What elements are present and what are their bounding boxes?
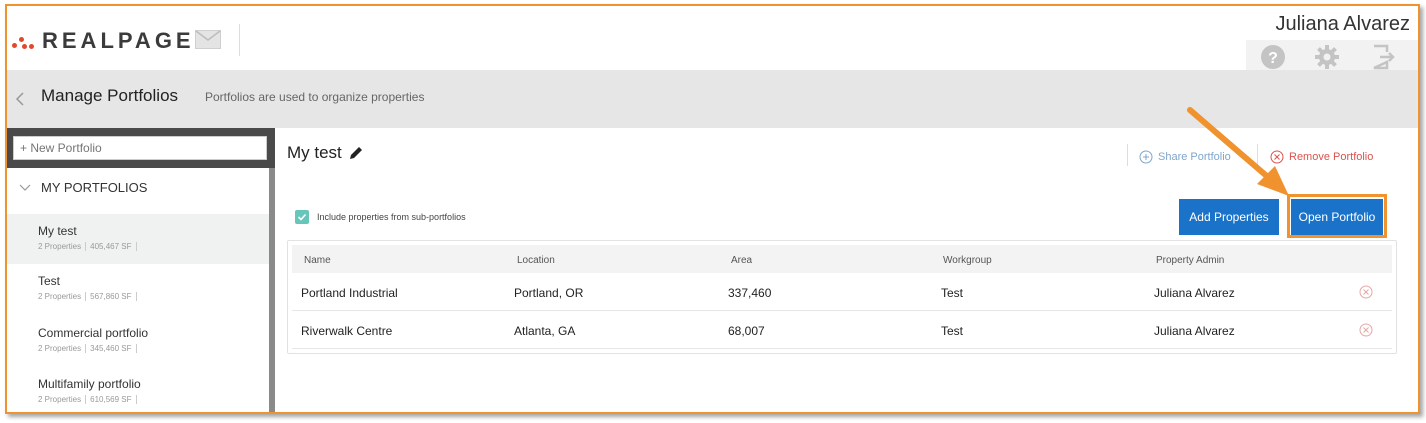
gear-icon[interactable] (1314, 44, 1340, 70)
logout-icon[interactable] (1370, 44, 1396, 70)
cell-workgroup: Test (941, 286, 964, 300)
table-header: Name Location Area Workgroup Property Ad… (292, 245, 1392, 273)
remove-portfolio-link[interactable]: Remove Portfolio (1270, 150, 1373, 164)
cell-area: 337,460 (728, 286, 772, 300)
portfolio-sidebar: MY PORTFOLIOS My test 2 Properties405,46… (7, 128, 275, 412)
portfolio-name: Multifamily portfolio (38, 377, 141, 391)
portfolio-name: My test (38, 224, 77, 238)
header-divider (239, 24, 240, 56)
plus-circle-icon (1139, 150, 1153, 164)
chevron-down-icon (19, 184, 31, 191)
realpage-logo[interactable]: REALPAGE (12, 28, 195, 54)
remove-portfolio-label: Remove Portfolio (1289, 151, 1374, 163)
page-subtitle: Portfolios are used to organize properti… (205, 90, 425, 104)
my-portfolios-section-header[interactable]: MY PORTFOLIOS (19, 180, 147, 195)
mail-icon[interactable] (195, 30, 221, 49)
action-separator (1127, 144, 1128, 166)
share-portfolio-label: Share Portfolio (1158, 151, 1231, 163)
cell-location: Atlanta, GA (514, 324, 576, 338)
portfolio-meta: 2 Properties 405,467 SF (38, 242, 269, 252)
open-portfolio-button[interactable]: Open Portfolio (1291, 199, 1383, 235)
column-header-name[interactable]: Name (304, 255, 331, 266)
app-window: REALPAGE Juliana Alvarez ? Manage Portfo… (5, 4, 1420, 414)
table-row[interactable]: Riverwalk Centre Atlanta, GA 68,007 Test… (292, 312, 1392, 349)
logo-text: REALPAGE (42, 28, 195, 53)
include-subportfolios-label: Include properties from sub-portfolios (317, 212, 466, 222)
section-label: MY PORTFOLIOS (41, 180, 148, 195)
remove-row-icon[interactable] (1359, 285, 1373, 299)
include-subportfolios-checkbox[interactable] (295, 210, 309, 224)
portfolio-name: Commercial portfolio (38, 326, 149, 340)
app-header: REALPAGE Juliana Alvarez ? (7, 6, 1418, 72)
header-icon-tray: ? (1246, 40, 1418, 72)
portfolio-meta: 2 Properties 567,860 SF (38, 292, 269, 302)
pencil-edit-icon[interactable] (348, 145, 364, 161)
include-subportfolios-row: Include properties from sub-portfolios (295, 210, 466, 224)
remove-row-icon[interactable] (1359, 323, 1373, 337)
cell-area: 68,007 (728, 324, 765, 338)
svg-text:?: ? (1268, 50, 1278, 67)
portfolio-item-my-test[interactable]: My test 2 Properties 405,467 SF (7, 214, 269, 264)
remove-circle-icon (1270, 150, 1284, 164)
new-portfolio-input[interactable] (13, 136, 267, 160)
logo-dots-icon (12, 31, 38, 51)
cell-name: Riverwalk Centre (301, 324, 393, 338)
help-icon[interactable]: ? (1260, 44, 1286, 70)
column-header-area[interactable]: Area (731, 255, 752, 266)
page-title: Manage Portfolios (41, 86, 179, 105)
column-header-property-admin[interactable]: Property Admin (1156, 255, 1224, 266)
table-row[interactable]: Portland Industrial Portland, OR 337,460… (292, 274, 1392, 311)
cell-property-admin: Juliana Alvarez (1154, 324, 1235, 338)
page-titlebar: Manage Portfolios Portfolios are used to… (7, 70, 1418, 128)
properties-table: Name Location Area Workgroup Property Ad… (287, 240, 1397, 354)
cell-property-admin: Juliana Alvarez (1154, 286, 1235, 300)
back-chevron-icon[interactable] (14, 89, 26, 109)
portfolio-item-multifamily[interactable]: Multifamily portfolio 2 Properties 610,56… (7, 367, 269, 412)
cell-workgroup: Test (941, 324, 964, 338)
action-separator (1257, 144, 1258, 166)
portfolio-name: Test (38, 274, 61, 288)
portfolio-item-commercial[interactable]: Commercial portfolio 2 Properties 345,460… (7, 316, 269, 366)
sidebar-toolbar (7, 128, 275, 168)
portfolio-meta: 2 Properties 345,460 SF (38, 344, 269, 354)
user-name[interactable]: Juliana Alvarez (1275, 13, 1410, 36)
checkmark-icon (297, 213, 307, 221)
cell-name: Portland Industrial (301, 286, 398, 300)
share-portfolio-link[interactable]: Share Portfolio (1139, 150, 1231, 164)
cell-location: Portland, OR (514, 286, 584, 300)
portfolio-title: My test (287, 143, 364, 163)
portfolio-detail-panel: My test Share Portfolio Remove Portfolio (275, 128, 1418, 412)
add-properties-button[interactable]: Add Properties (1179, 199, 1279, 235)
portfolio-item-test[interactable]: Test 2 Properties 567,860 SF (7, 264, 269, 314)
column-header-location[interactable]: Location (517, 255, 555, 266)
column-header-workgroup[interactable]: Workgroup (943, 255, 992, 266)
portfolio-meta: 2 Properties 610,569 SF (38, 395, 269, 405)
portfolio-title-text: My test (287, 143, 342, 162)
